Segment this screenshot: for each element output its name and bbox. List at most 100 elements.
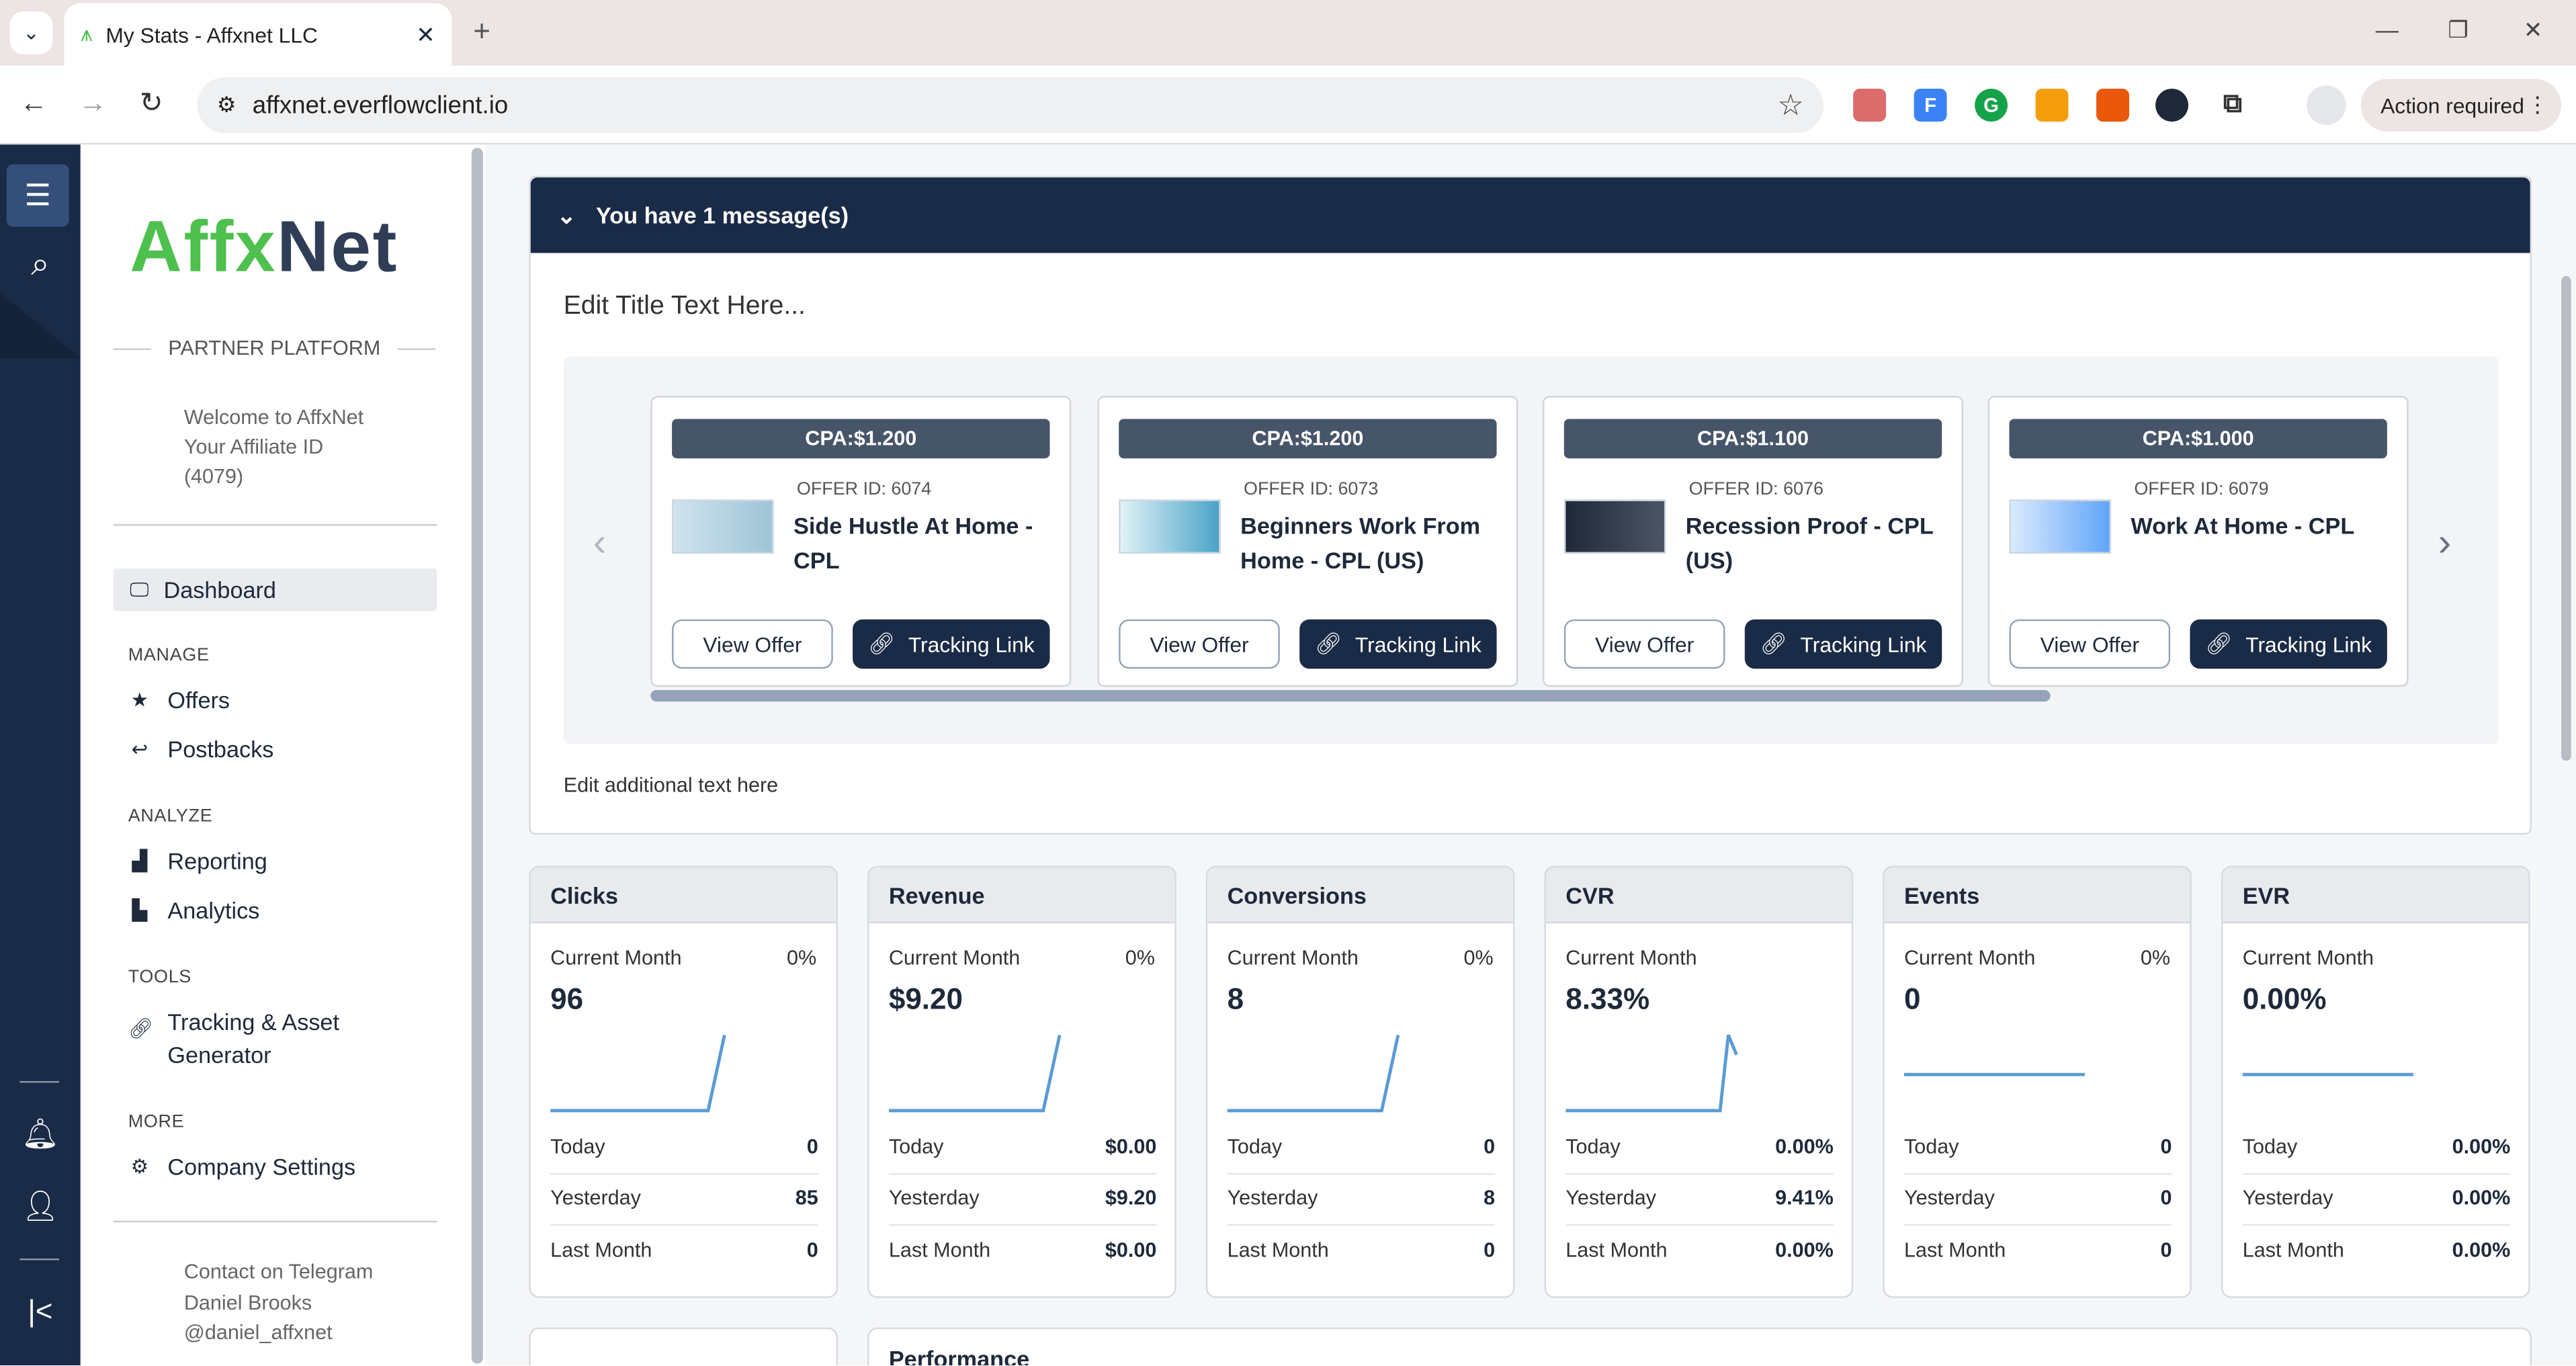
performance-title: Performance <box>888 1345 1030 1366</box>
logo-part-1: Affx <box>130 207 277 288</box>
stat-title: Revenue <box>869 867 1175 924</box>
offer-name[interactable]: Beginners Work From Home - CPL (US) <box>1240 509 1503 579</box>
stat-title: Events <box>1884 867 2190 924</box>
omnibox[interactable]: ⚙ affxnet.everflowclient.io ☆ <box>197 77 1824 134</box>
sidebar-item-dashboard[interactable]: 🖵 Dashboard <box>113 568 437 611</box>
last-month-row: Last Month 0.00% <box>1565 1239 1834 1262</box>
contact-handle[interactable]: @daniel_affxnet <box>184 1318 374 1348</box>
view-offer-button[interactable]: View Offer <box>2009 619 2171 669</box>
offer-name[interactable]: Recession Proof - CPL (US) <box>1686 509 1948 579</box>
tracking-link-button[interactable]: 🔗︎ Tracking Link <box>1299 619 1497 669</box>
main-scrollbar[interactable] <box>2561 275 2571 761</box>
extension-icon-6[interactable] <box>2155 89 2189 122</box>
yesterday-value: 8 <box>1484 1186 1496 1209</box>
sidebar-item-analytics[interactable]: ▙ Analytics <box>128 894 260 927</box>
today-value: 0 <box>2160 1135 2172 1158</box>
offer-id: OFFER ID: 6076 <box>1688 479 1823 500</box>
yesterday-value: 9.41% <box>1775 1186 1834 1209</box>
today-row: Today 0.00% <box>1565 1136 1834 1158</box>
notifications-bell-icon[interactable]: 🔔︎ <box>0 1117 81 1152</box>
minimize-button[interactable]: — <box>2376 16 2399 42</box>
extension-icon-2[interactable]: F <box>1914 89 1947 122</box>
offer-name[interactable]: Work At Home - CPL <box>2131 509 2393 544</box>
analytics-icon: ▙ <box>132 898 148 922</box>
tracking-link-button[interactable]: 🔗︎ Tracking Link <box>2190 619 2387 669</box>
current-month-value: 0 <box>1903 982 1921 1016</box>
last-month-row: Last Month 0 <box>1228 1239 1496 1262</box>
yesterday-label: Yesterday <box>2242 1186 2333 1209</box>
tracking-link-button[interactable]: 🔗︎ Tracking Link <box>1744 619 1942 669</box>
postbacks-label: Postbacks <box>167 736 274 763</box>
profile-avatar[interactable] <box>2307 85 2346 125</box>
browser-tab-bar: ⌄ ⩚ My Stats - Affxnet LLC ✕ + — ❐ ✕ <box>0 0 2576 66</box>
welcome-text: Welcome to AffxNet <box>183 405 364 429</box>
view-offer-button[interactable]: View Offer <box>1119 619 1280 669</box>
sidebar-item-postbacks[interactable]: ↩ Postbacks <box>128 733 274 766</box>
sidebar-scrollbar[interactable] <box>470 144 485 1365</box>
last-month-row: Last Month 0.00% <box>2243 1239 2511 1262</box>
current-month-value: 8.33% <box>1565 982 1650 1016</box>
yesterday-row: Yesterday $9.20 <box>889 1186 1157 1209</box>
chevron-down-icon[interactable]: ⌄ <box>557 202 576 230</box>
view-offer-button[interactable]: View Offer <box>1563 619 1725 669</box>
yesterday-value: 0.00% <box>2452 1186 2511 1209</box>
sparkline <box>888 1034 1062 1113</box>
carousel-scrollbar[interactable] <box>650 689 2051 702</box>
tracking-link-label: Tracking Link <box>1355 632 1482 656</box>
yesterday-row: Yesterday 0.00% <box>2243 1186 2511 1209</box>
offer-name[interactable]: Side Hustle At Home - CPL <box>793 509 1056 579</box>
current-month-label: Current Month <box>2242 946 2374 970</box>
rail-divider <box>19 1080 60 1083</box>
site-settings-icon[interactable]: ⚙ <box>217 92 237 118</box>
current-month-label: Current Month <box>1903 946 2036 970</box>
user-profile-icon[interactable]: 👤︎ <box>0 1189 81 1224</box>
today-label: Today <box>1565 1135 1621 1158</box>
current-month-value: 0.00% <box>2242 982 2327 1016</box>
stat-card-conversions: Conversions Current Month 0% 8 Today 0 Ye… <box>1205 865 1515 1298</box>
sidebar-item-tracking-generator[interactable]: 🔗︎ Tracking & Asset Generator <box>128 1005 339 1071</box>
new-tab-button[interactable]: + <box>473 15 490 49</box>
action-required-button[interactable]: Action required ⋮ <box>2360 79 2562 132</box>
today-value: $0.00 <box>1105 1135 1157 1158</box>
extension-icon-5[interactable] <box>2096 89 2129 122</box>
collapse-sidebar-icon[interactable]: |< <box>0 1295 81 1329</box>
close-tab-icon[interactable]: ✕ <box>416 21 435 49</box>
sidebar-item-company-settings[interactable]: ⚙ Company Settings <box>128 1150 355 1183</box>
bookmark-star-icon[interactable]: ☆ <box>1777 88 1803 122</box>
yesterday-row: Yesterday 9.41% <box>1565 1186 1834 1209</box>
carousel-prev-icon[interactable]: ‹ <box>593 521 607 566</box>
restore-button[interactable]: ❐ <box>2448 16 2468 44</box>
view-offer-button[interactable]: View Offer <box>672 619 833 669</box>
back-icon[interactable]: ← <box>19 87 48 120</box>
reload-icon[interactable]: ↻ <box>140 87 163 120</box>
tracking-link-button[interactable]: 🔗︎ Tracking Link <box>853 619 1050 669</box>
last-month-value: 0.00% <box>1775 1238 1834 1262</box>
link-icon: 🔗︎ <box>1760 630 1787 656</box>
menu-kebab-icon[interactable]: ⋮ <box>2527 92 2548 118</box>
extension-icon-1[interactable] <box>1853 89 1887 122</box>
messages-panel: ⌄ You have 1 message(s) Edit Title Text … <box>529 175 2532 835</box>
carousel-next-icon[interactable]: › <box>2438 521 2452 566</box>
hamburger-menu-icon[interactable]: ☰ <box>6 164 69 227</box>
extensions-puzzle-icon[interactable]: ⧉ <box>2217 89 2249 122</box>
change-percent: 0% <box>787 946 817 970</box>
chart-icon: ▟ <box>132 849 148 873</box>
close-window-button[interactable]: ✕ <box>2524 16 2543 44</box>
main-content: ⌄ You have 1 message(s) Edit Title Text … <box>486 144 2576 1366</box>
offer-card: CPA:$1.200 OFFER ID: 6073 Beginners Work… <box>1097 396 1518 687</box>
forward-icon[interactable]: → <box>79 87 107 120</box>
today-value: 0.00% <box>1775 1135 1834 1158</box>
today-label: Today <box>888 1135 944 1158</box>
current-month-label: Current Month <box>1227 946 1359 970</box>
extension-icon-4[interactable] <box>2035 89 2069 122</box>
messages-header[interactable]: ⌄ You have 1 message(s) <box>530 177 2530 253</box>
sidebar-item-reporting[interactable]: ▟ Reporting <box>128 845 267 878</box>
last-month-label: Last Month <box>1227 1238 1329 1262</box>
tab-search-button[interactable]: ⌄ <box>9 11 53 54</box>
search-icon[interactable]: ⌕ <box>0 247 81 284</box>
sidebar-item-offers[interactable]: ★ Offers <box>128 683 230 716</box>
last-month-label: Last Month <box>888 1238 991 1262</box>
grammarly-icon[interactable]: G <box>1975 89 2008 122</box>
cpa-badge: CPA:$1.200 <box>672 419 1050 459</box>
browser-tab[interactable]: ⩚ My Stats - Affxnet LLC ✕ <box>64 3 452 66</box>
